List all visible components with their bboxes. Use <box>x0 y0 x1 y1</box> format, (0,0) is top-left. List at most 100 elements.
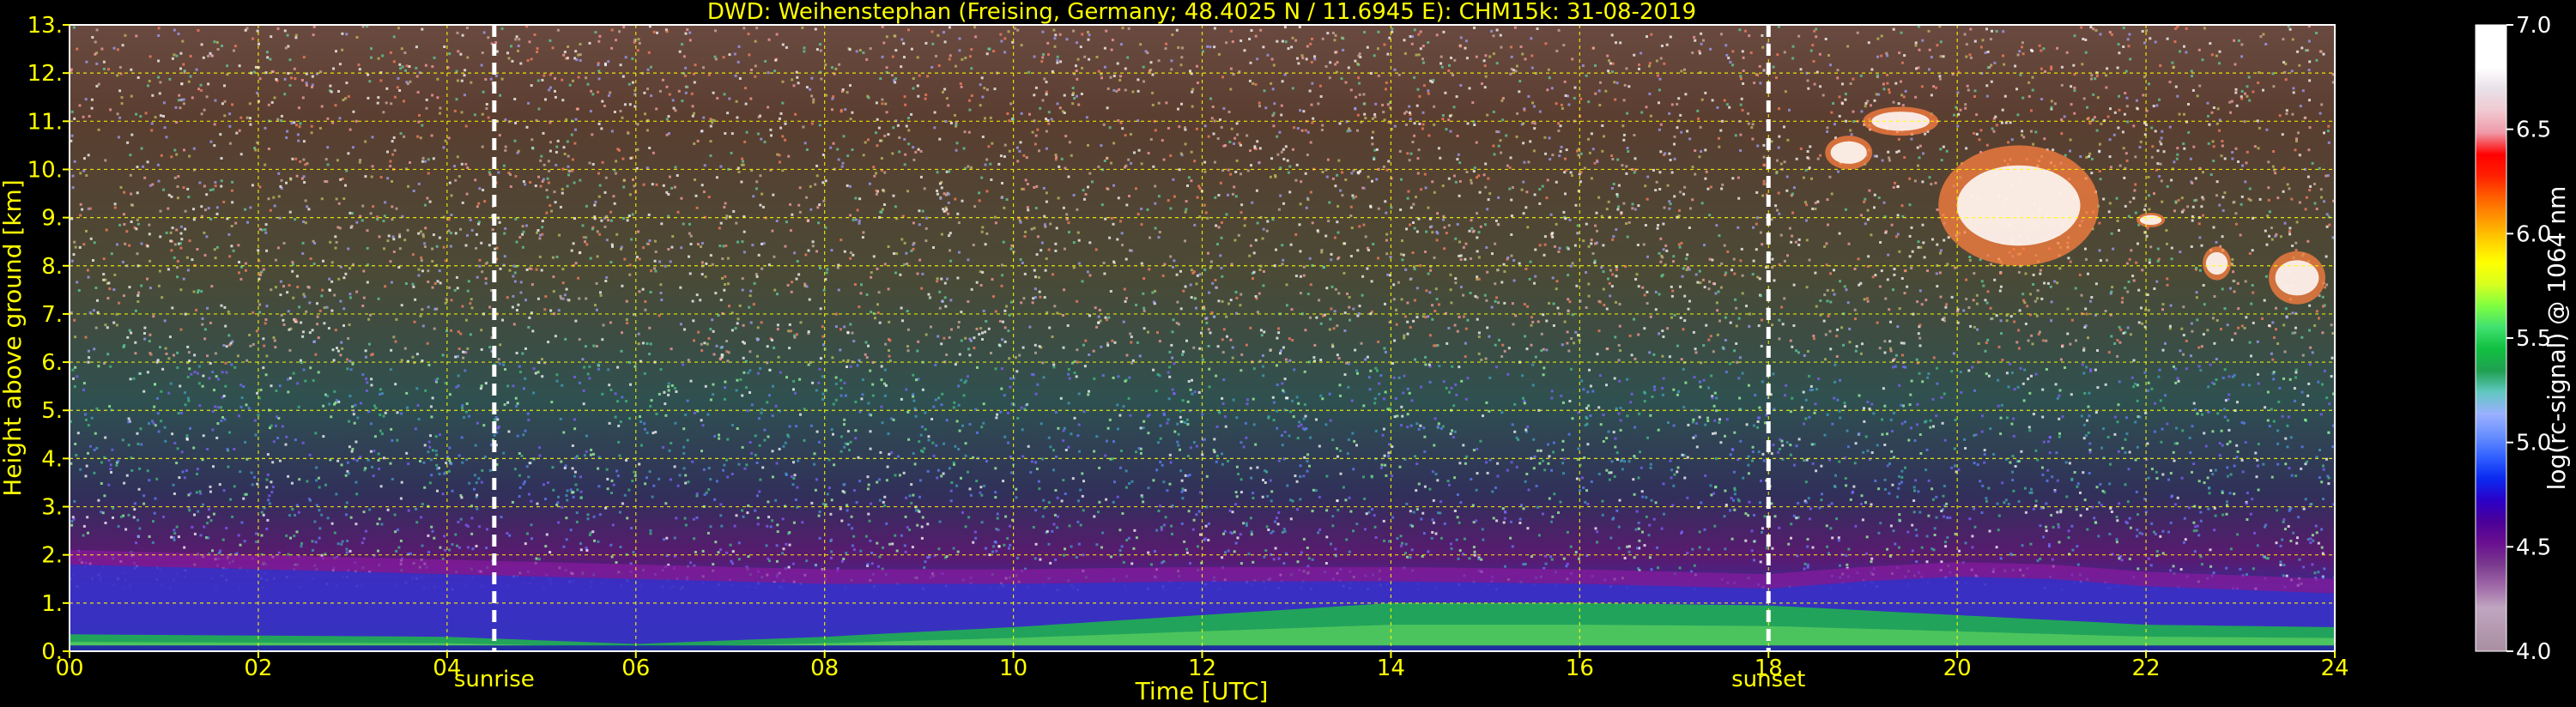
noise-speck <box>1181 497 1185 500</box>
noise-speck <box>427 305 430 309</box>
noise-speck <box>906 328 910 331</box>
noise-speck <box>2306 460 2308 463</box>
noise-speck <box>1595 211 1598 215</box>
noise-speck <box>415 507 417 511</box>
noise-speck <box>2315 531 2318 535</box>
noise-speck <box>1136 78 1140 82</box>
noise-speck <box>2060 118 2064 121</box>
noise-speck <box>2120 300 2124 304</box>
noise-speck <box>517 45 520 47</box>
noise-speck <box>1772 65 1775 69</box>
noise-speck <box>756 523 760 526</box>
noise-speck <box>1516 112 1519 115</box>
noise-speck <box>709 140 712 143</box>
noise-speck <box>1385 252 1389 256</box>
noise-speck <box>417 120 421 124</box>
noise-speck <box>1838 114 1841 118</box>
noise-speck <box>1916 146 1919 149</box>
noise-speck <box>609 543 613 547</box>
noise-speck <box>574 319 578 323</box>
noise-speck <box>1627 550 1631 553</box>
noise-speck <box>1456 493 1459 497</box>
noise-speck <box>1010 244 1014 247</box>
noise-speck <box>987 327 991 330</box>
noise-speck <box>1140 262 1143 265</box>
noise-speck <box>76 47 79 51</box>
noise-speck <box>2147 476 2150 480</box>
noise-speck <box>1234 195 1238 198</box>
noise-speck <box>431 260 434 263</box>
noise-speck <box>1189 388 1192 391</box>
noise-speck <box>548 169 551 172</box>
noise-speck <box>2143 76 2146 79</box>
noise-speck <box>173 28 176 32</box>
noise-speck <box>1834 474 1837 477</box>
noise-speck <box>704 384 707 388</box>
noise-speck <box>1410 548 1414 552</box>
noise-speck <box>175 153 179 156</box>
noise-speck <box>1707 287 1711 291</box>
noise-speck <box>2085 257 2088 261</box>
noise-speck <box>2136 384 2139 387</box>
noise-speck <box>861 378 864 382</box>
noise-speck <box>423 245 427 248</box>
noise-speck <box>1870 104 1872 107</box>
noise-speck <box>1433 444 1436 447</box>
noise-speck <box>2128 33 2131 36</box>
noise-speck <box>2050 65 2053 69</box>
noise-speck <box>140 147 143 150</box>
noise-speck <box>2319 413 2323 416</box>
noise-speck <box>1309 283 1312 287</box>
noise-speck <box>1941 421 1944 425</box>
noise-speck <box>1772 372 1775 376</box>
noise-speck <box>1947 236 1950 239</box>
noise-speck <box>274 286 277 289</box>
noise-speck <box>1756 275 1760 279</box>
noise-speck <box>667 393 670 396</box>
noise-speck <box>1797 34 1801 38</box>
noise-speck <box>2215 194 2218 197</box>
noise-speck <box>1347 362 1350 366</box>
noise-speck <box>1282 346 1285 349</box>
noise-speck <box>303 181 306 184</box>
noise-speck <box>1054 242 1058 245</box>
noise-speck <box>1078 450 1081 453</box>
noise-speck <box>1571 417 1574 420</box>
noise-speck <box>960 476 962 480</box>
noise-speck <box>1347 385 1350 389</box>
noise-speck <box>2036 297 2040 300</box>
noise-speck <box>1733 508 1737 511</box>
noise-speck <box>664 414 668 417</box>
noise-speck <box>2188 506 2191 510</box>
noise-speck <box>1147 330 1149 334</box>
noise-speck <box>2311 161 2314 165</box>
noise-speck <box>1305 57 1308 61</box>
noise-speck <box>1973 39 1977 43</box>
noise-speck <box>456 31 459 34</box>
noise-speck <box>979 491 982 494</box>
noise-speck <box>849 118 852 121</box>
noise-speck <box>2206 329 2209 332</box>
noise-speck <box>2187 130 2191 134</box>
noise-speck <box>119 185 123 189</box>
noise-speck <box>421 503 424 505</box>
noise-speck <box>427 363 431 366</box>
noise-speck <box>1317 102 1320 106</box>
noise-speck <box>2240 202 2243 206</box>
noise-speck <box>1534 275 1537 278</box>
noise-speck <box>1518 80 1522 83</box>
noise-speck <box>2134 211 2137 215</box>
noise-speck <box>2285 316 2288 319</box>
noise-speck <box>202 434 205 438</box>
noise-speck <box>754 64 757 68</box>
noise-speck <box>256 391 259 395</box>
noise-speck <box>1927 514 1930 517</box>
noise-speck <box>1288 165 1292 168</box>
noise-speck <box>1052 468 1055 472</box>
noise-speck <box>692 319 695 323</box>
noise-speck <box>1262 45 1265 49</box>
noise-speck <box>2039 269 2042 272</box>
noise-speck <box>817 514 821 517</box>
noise-speck <box>1191 105 1194 108</box>
noise-speck <box>1716 106 1719 109</box>
